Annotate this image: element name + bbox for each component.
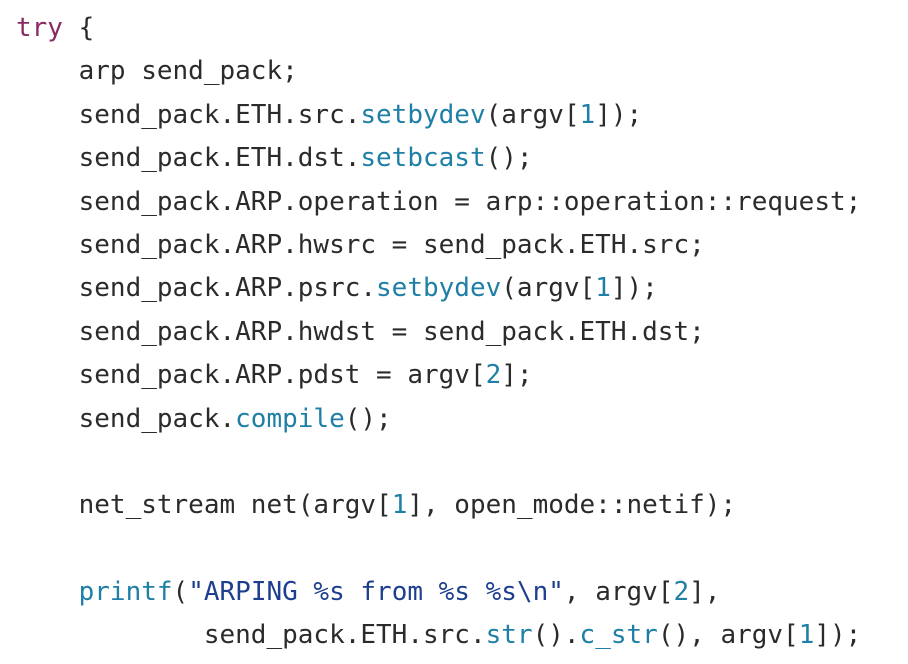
code-line: send_pack.ARP.hwdst = send_pack.ETH.dst; bbox=[16, 311, 861, 354]
code-line: send_pack.ARP.operation = arp::operation… bbox=[16, 181, 862, 224]
number-token: 1 bbox=[579, 99, 596, 130]
code-token: ], open_mode::netif); bbox=[407, 490, 737, 521]
function-token: setbydev bbox=[376, 273, 502, 304]
number-token: 1 bbox=[595, 273, 611, 304]
number-token: 1 bbox=[798, 620, 815, 651]
code-token: send_pack.ARP.psrc. bbox=[16, 273, 377, 304]
code-token: (); bbox=[344, 403, 392, 434]
code-line: send_pack.ARP.psrc.setbydev(argv[1]); bbox=[16, 267, 861, 310]
function-token: setbydev bbox=[360, 99, 486, 130]
code-line: arp send_pack; bbox=[16, 50, 861, 93]
code-line: send_pack.ETH.dst.setbcast(); bbox=[16, 137, 861, 180]
code-token: , argv[ bbox=[563, 577, 674, 608]
code-token: (argv[ bbox=[485, 99, 580, 130]
code-token: ]; bbox=[501, 360, 533, 391]
code-token: ], bbox=[689, 577, 721, 608]
code-token: net_stream net(argv[ bbox=[16, 490, 392, 521]
number-token: 2 bbox=[485, 360, 502, 391]
code-token: ]); bbox=[610, 273, 658, 304]
code-token: (argv[ bbox=[501, 273, 596, 304]
code-token: send_pack.ETH.src. bbox=[16, 99, 361, 130]
code-line: net_stream net(argv[1], open_mode::netif… bbox=[16, 484, 861, 527]
code-token: send_pack.ETH.src. bbox=[16, 620, 486, 651]
code-token: ]); bbox=[814, 620, 862, 651]
code-token: { bbox=[62, 13, 95, 43]
code-line: send_pack.ETH.src.str().c_str(), argv[1]… bbox=[16, 614, 862, 657]
code-line: printf("ARPING %s from %s %s\n", argv[2]… bbox=[16, 571, 861, 614]
code-line: try { bbox=[16, 7, 861, 50]
code-token: (). bbox=[532, 620, 580, 651]
code-token: (), argv[ bbox=[657, 620, 799, 651]
function-token: c_str bbox=[579, 620, 658, 651]
code-token: send_pack.ETH.dst. bbox=[16, 143, 361, 174]
code-token: arp send_pack; bbox=[16, 56, 298, 87]
code-token: ( bbox=[172, 577, 189, 608]
code-token: ]); bbox=[595, 99, 643, 130]
number-token: 1 bbox=[391, 490, 408, 521]
code-token: send_pack.ARP.hwsrc = send_pack.ETH.src; bbox=[16, 229, 705, 260]
code-token: send_pack. bbox=[16, 403, 236, 434]
code-line: send_pack.compile(); bbox=[16, 398, 861, 441]
code-token: send_pack.ARP.operation = arp::operation… bbox=[16, 186, 862, 217]
code-line: send_pack.ARP.pdst = argv[2]; bbox=[16, 354, 861, 397]
keyword-token: try bbox=[16, 13, 63, 43]
function-token: str bbox=[485, 620, 533, 651]
code-block: try { arp send_pack; send_pack.ETH.src.s… bbox=[16, 7, 861, 658]
function-token: printf bbox=[78, 577, 173, 608]
code-line: send_pack.ARP.hwsrc = send_pack.ETH.src; bbox=[16, 224, 861, 267]
number-token: 2 bbox=[673, 577, 690, 608]
code-line: send_pack.ETH.src.setbydev(argv[1]); bbox=[16, 94, 861, 137]
code-token: send_pack.ARP.pdst = argv[ bbox=[16, 360, 486, 391]
function-token: compile bbox=[235, 403, 345, 434]
function-token: setbcast bbox=[360, 143, 486, 174]
code-token: (); bbox=[485, 143, 533, 174]
code-token: send_pack.ARP.hwdst = send_pack.ETH.dst; bbox=[16, 316, 705, 347]
string-token: "ARPING %s from %s %s\n" bbox=[188, 577, 564, 608]
